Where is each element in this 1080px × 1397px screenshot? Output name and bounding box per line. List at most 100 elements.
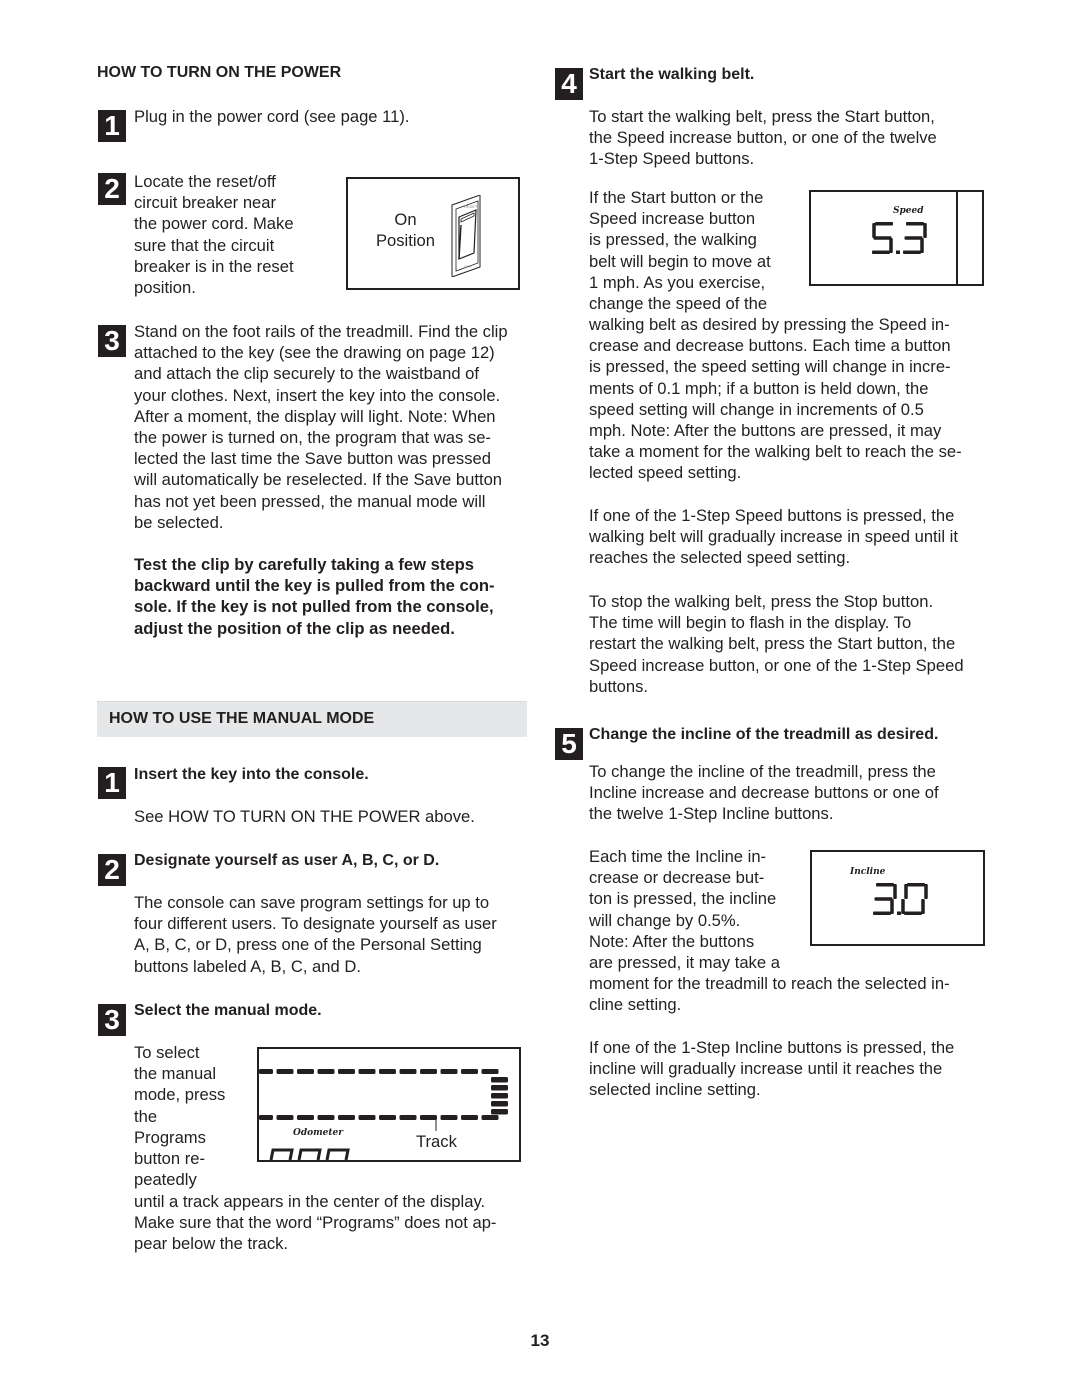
manual-step-2-text: The console can save program settings fo…: [134, 893, 497, 976]
manual-step-3-text: until a track appears in the center of t…: [134, 1192, 497, 1254]
lcd-segment: [907, 883, 925, 887]
track-segment: [440, 1069, 458, 1074]
section-heading-power: HOW TO TURN ON THE POWER: [97, 64, 342, 81]
odometer-digits-icon: [269, 1148, 350, 1160]
step-5-text-2: If one of the 1-Step Incline buttons is …: [589, 1038, 955, 1100]
track-label: Track: [416, 1132, 457, 1151]
lcd-segment: [904, 884, 908, 899]
step-5-title: Change the incline of the treadmill as d…: [589, 726, 939, 743]
lcd-segment: [875, 222, 893, 226]
manual-step-1-text: See HOW TO TURN ON THE POWER above.: [134, 807, 475, 826]
track-segment: [461, 1069, 478, 1074]
track-segment: [259, 1115, 273, 1120]
manual-step-2-title: Designate yourself as user A, B, C, or D…: [134, 852, 440, 869]
step-4-intro: To start the walking belt, press the Sta…: [589, 107, 937, 169]
track-side-bar: [491, 1085, 508, 1091]
track-segment: [440, 1115, 458, 1120]
track-segment: [276, 1115, 294, 1120]
step-5-intro: To change the incline of the treadmill, …: [589, 762, 939, 824]
speed-seven-segment-value: [872, 222, 927, 254]
circuit-breaker-figure: On Position RESET OFF: [346, 177, 520, 290]
power-step-2-text: Locate the reset/off circuit breaker nea…: [134, 172, 294, 298]
step-5-side-text: Each time the Incline in- crease or decr…: [589, 847, 780, 973]
section-heading-manual-mode: HOW TO USE THE MANUAL MODE: [97, 701, 527, 737]
step-4-text: walking belt as desired by pressing the …: [589, 315, 962, 483]
manual-step-3-title: Select the manual mode.: [134, 1002, 322, 1019]
track-segment: [338, 1069, 355, 1074]
lcd-segment: [901, 899, 905, 914]
step-4-text-2: If one of the 1-Step Speed buttons is pr…: [589, 506, 958, 568]
lcd-segment: [904, 236, 923, 240]
track-side-bar: [491, 1093, 508, 1099]
lcd-segment: [876, 883, 894, 887]
track-segment: [399, 1115, 417, 1120]
track-segment: [399, 1069, 417, 1074]
switch-reset-label: RESET: [464, 204, 478, 209]
decimal-point: [896, 250, 900, 254]
incline-display-figure: Incline: [810, 850, 985, 946]
track-segment: [358, 1115, 376, 1120]
track-segment: [420, 1069, 437, 1074]
manual-step-1-title: Insert the key into the console.: [134, 766, 369, 783]
lcd-segment: [874, 897, 893, 901]
track-segment: [317, 1115, 335, 1120]
track-segment: [420, 1115, 437, 1120]
lcd-segment: [903, 250, 921, 254]
step-4-title: Start the walking belt.: [589, 66, 755, 83]
incline-label: Incline: [850, 867, 886, 877]
lcd-segment: [873, 236, 892, 240]
track-segment: [338, 1115, 355, 1120]
track-segment: [461, 1115, 478, 1120]
lcd-segment: [921, 899, 925, 914]
page-number: 13: [530, 1331, 550, 1350]
rocker-switch-icon: RESET OFF: [451, 195, 481, 277]
step-badge-5: 5: [555, 728, 583, 760]
track-segment: [379, 1115, 396, 1120]
lcd-segment: [920, 238, 924, 253]
track-side-bar: [491, 1077, 508, 1083]
step-4-text-3: To stop the walking belt, press the Stop…: [589, 592, 964, 696]
lcd-segment: [872, 250, 890, 254]
track-side-bars: [491, 1077, 508, 1115]
track-side-bar: [491, 1101, 508, 1107]
step-badge-3: 3: [98, 325, 126, 357]
step-badge-manual-2: 2: [98, 854, 126, 886]
step-4-side-text: If the Start button or the Speed increas…: [589, 188, 771, 314]
lcd-segment: [924, 884, 928, 899]
track-segment: [276, 1069, 294, 1074]
step-badge-4: 4: [555, 68, 583, 100]
track-segment: [259, 1069, 273, 1074]
track-segment: [379, 1069, 396, 1074]
track-segment: [317, 1069, 335, 1074]
track-segment: [481, 1069, 499, 1074]
power-step-3-warning: Test the clip by carefully taking a few …: [134, 555, 495, 638]
lcd-segment: [906, 222, 924, 226]
switch-off-label: OFF: [464, 264, 473, 269]
track-segment: [358, 1069, 376, 1074]
power-step-1-text: Plug in the power cord (see page 11).: [134, 107, 410, 126]
on-position-label: On Position: [375, 210, 436, 251]
lcd-segment: [904, 911, 922, 915]
speed-display-divider: [956, 192, 958, 284]
track-segment: [297, 1069, 314, 1074]
manual-step-3-side-text: To select the manual mode, press the Pro…: [134, 1043, 226, 1190]
track-display-figure: Odometer Track: [257, 1047, 521, 1162]
step-badge-manual-3: 3: [98, 1004, 126, 1036]
track-side-bar: [491, 1109, 508, 1115]
step-5-text: moment for the treadmill to reach the se…: [589, 974, 950, 1015]
step-badge-1: 1: [98, 110, 126, 142]
track-segment: [481, 1115, 499, 1120]
lcd-segment: [893, 884, 897, 899]
incline-seven-segment-value: [873, 883, 928, 915]
lcd-segment: [890, 899, 894, 914]
step-badge-manual-1: 1: [98, 767, 126, 799]
track-top-row: [259, 1069, 499, 1074]
lcd-segment: [923, 223, 927, 238]
odometer-label: Odometer: [293, 1128, 344, 1138]
speed-label: Speed: [893, 206, 924, 216]
track-segment: [297, 1115, 314, 1120]
decimal-point: [897, 911, 901, 915]
step-badge-2: 2: [98, 173, 126, 205]
lcd-segment: [889, 238, 893, 253]
lcd-segment: [873, 911, 891, 915]
